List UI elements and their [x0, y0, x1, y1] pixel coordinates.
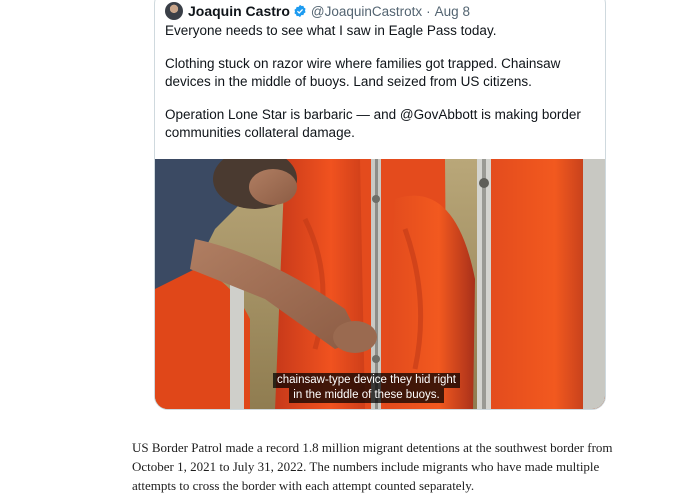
tweet-video[interactable]: chainsaw-type device they hid right in t…	[155, 159, 605, 409]
tweet-paragraph: Everyone needs to see what I saw in Eagl…	[165, 23, 497, 38]
tweet-paragraph: Operation Lone Star is barbaric — and @G…	[165, 107, 581, 140]
separator-dot: ·	[426, 3, 431, 19]
author-handle[interactable]: @JoaquinCastrotx	[311, 4, 422, 19]
article-body: US Border Patrol made a record 1.8 milli…	[132, 438, 632, 495]
tweet-body: Everyone needs to see what I saw in Eagl…	[165, 22, 595, 157]
video-caption: chainsaw-type device they hid right in t…	[273, 373, 460, 403]
verified-badge-icon	[294, 4, 306, 18]
caption-line-1: chainsaw-type device they hid right	[273, 373, 460, 388]
tweet-date[interactable]: Aug 8	[435, 4, 470, 19]
tweet-header: Joaquin Castro @JoaquinCastrotx · Aug 8	[165, 0, 470, 22]
tweet-paragraph: Clothing stuck on razor wire where famil…	[165, 56, 561, 89]
embedded-tweet-card[interactable]: Joaquin Castro @JoaquinCastrotx · Aug 8 …	[154, 0, 606, 410]
author-name[interactable]: Joaquin Castro	[188, 3, 290, 19]
author-avatar[interactable]	[165, 2, 183, 20]
article-paragraph: US Border Patrol made a record 1.8 milli…	[132, 440, 613, 493]
caption-line-2: in the middle of these buoys.	[289, 388, 444, 403]
